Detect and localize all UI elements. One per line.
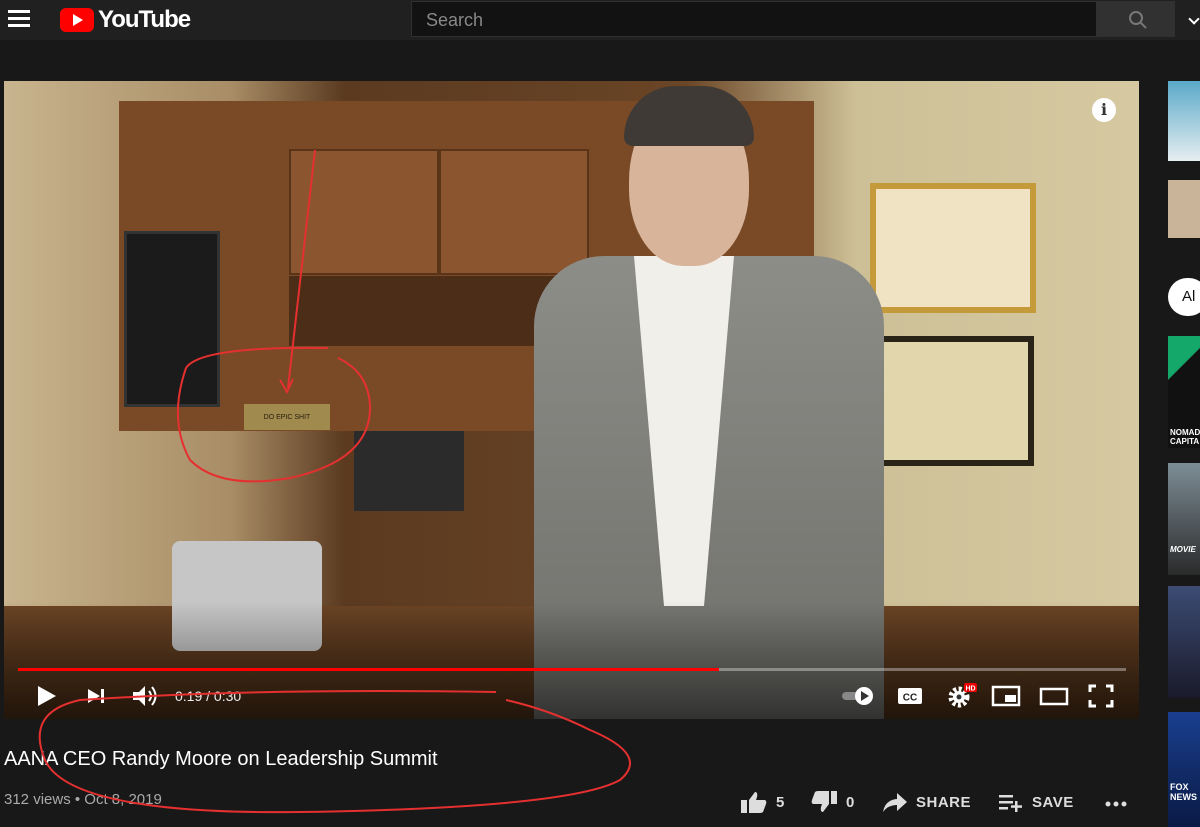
video-player[interactable]: DO EPIC SHIT i 0:19 / 0:30 CC HD: [4, 81, 1139, 719]
like-button[interactable]: 5: [740, 790, 785, 814]
sidebar-thumbnail[interactable]: NOMAD CAPITA: [1168, 336, 1200, 448]
top-bar: YouTube Search: [0, 0, 1200, 40]
search-placeholder: Search: [426, 10, 484, 30]
logo-text: YouTube: [98, 6, 191, 33]
autoplay-toggle[interactable]: [840, 681, 876, 711]
sidebar-thumb-text: MOVIE: [1170, 545, 1196, 554]
gear-icon: HD: [948, 683, 977, 708]
volume-icon: [133, 686, 157, 706]
cabinet-door: [289, 149, 439, 275]
video-meta: 312 views • Oct 8, 2019: [4, 791, 162, 808]
chevron-down-icon[interactable]: [1188, 13, 1200, 25]
playlist-add-icon: [999, 795, 1022, 812]
video-title: AANA CEO Randy Moore on Leadership Summi…: [4, 748, 438, 770]
sidebar-thumbnail[interactable]: MOVIE: [1168, 463, 1200, 575]
svg-text:HD: HD: [965, 686, 975, 693]
share-label: SHARE: [916, 793, 972, 811]
sidebar-thumbnail[interactable]: [1168, 586, 1200, 698]
desk-plaque: DO EPIC SHIT: [244, 404, 330, 430]
time-display: 0:19 / 0:30: [175, 688, 242, 704]
youtube-logo[interactable]: YouTube: [60, 6, 191, 33]
framed-certificate: [876, 336, 1034, 466]
dislike-count: 0: [846, 793, 855, 811]
share-button[interactable]: SHARE: [882, 790, 971, 814]
fullscreen-button[interactable]: [1086, 681, 1116, 711]
miniplayer-button[interactable]: [990, 681, 1022, 711]
play-button[interactable]: [36, 681, 58, 711]
theater-mode-button[interactable]: [1038, 681, 1070, 711]
sidebar-thumb-text: NOMAD CAPITA: [1170, 428, 1200, 446]
captions-button[interactable]: CC: [896, 681, 924, 711]
next-button[interactable]: [86, 681, 108, 711]
volume-button[interactable]: [130, 681, 160, 711]
sidebar-thumbnail[interactable]: FOX NEWS: [1168, 712, 1200, 827]
theater-icon: [1039, 687, 1069, 706]
sidebar-thumbnail[interactable]: [1168, 180, 1200, 238]
sidebar-thumb-text: FOX NEWS: [1170, 782, 1197, 802]
progress-fill: [18, 668, 720, 671]
dislike-button[interactable]: 0: [810, 790, 855, 814]
cabinet-door: [439, 149, 589, 275]
svg-text:CC: CC: [903, 693, 917, 704]
progress-bar[interactable]: [18, 668, 1126, 671]
filter-chip-all[interactable]: Al: [1168, 278, 1200, 316]
play-icon: [38, 686, 56, 706]
thumbs-up-icon: [741, 792, 767, 813]
framed-picture: [870, 183, 1036, 313]
hamburger-menu-icon[interactable]: [8, 10, 30, 28]
autoplay-icon: [842, 687, 873, 705]
settings-button[interactable]: HD: [946, 681, 978, 711]
info-icon[interactable]: i: [1092, 98, 1116, 122]
sidebar-thumbnail[interactable]: [1168, 81, 1200, 161]
fullscreen-icon: [1088, 684, 1114, 708]
computer-monitor: [124, 231, 220, 407]
thumbs-down-icon: [811, 791, 837, 812]
printer: [354, 431, 464, 511]
next-icon: [88, 689, 104, 703]
like-count: 5: [776, 793, 785, 811]
share-icon: [883, 793, 907, 812]
save-label: SAVE: [1032, 793, 1074, 811]
save-button[interactable]: SAVE: [998, 790, 1074, 814]
play-logo-icon: [60, 8, 94, 32]
miniplayer-icon: [991, 685, 1021, 707]
search-button[interactable]: [1097, 1, 1175, 37]
search-icon: [1129, 11, 1147, 29]
captions-icon: CC: [898, 688, 922, 704]
more-actions-button[interactable]: [1104, 790, 1130, 814]
more-horizontal-icon: [1105, 801, 1127, 807]
search-input[interactable]: Search: [411, 1, 1097, 37]
